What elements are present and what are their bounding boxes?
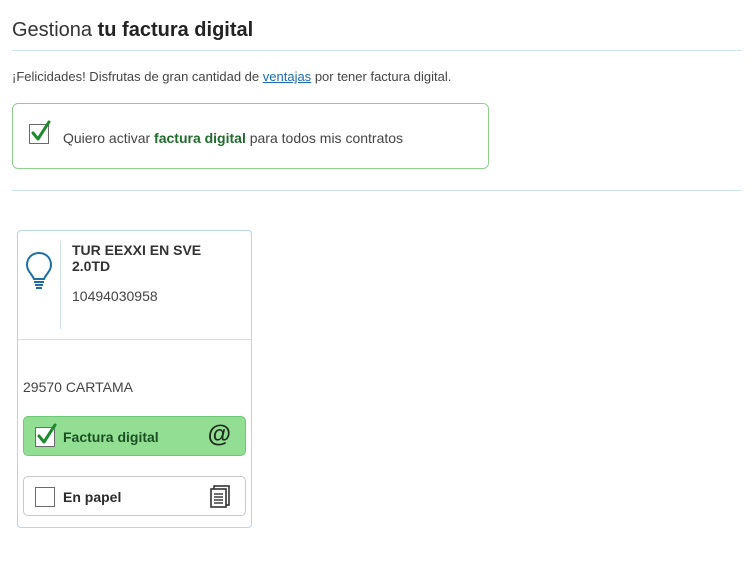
- activate-label-before: Quiero activar: [63, 130, 151, 146]
- intro-text-after: por tener factura digital.: [314, 69, 452, 84]
- paper-document-icon: [210, 485, 230, 508]
- lightbulb-icon: [25, 251, 53, 289]
- contract-address: 29570 CARTAMA: [23, 379, 133, 395]
- contract-number: 10494030958: [72, 288, 158, 304]
- page-title: Gestiona tu factura digital: [12, 19, 253, 42]
- digital-invoice-option[interactable]: Factura digital @: [23, 416, 246, 456]
- checkmark-icon: [31, 120, 51, 141]
- checkmark-icon: [37, 423, 57, 444]
- title-prefix: Gestiona: [12, 19, 93, 41]
- header-divider: [12, 50, 742, 51]
- digital-invoice-checkbox[interactable]: [35, 423, 57, 447]
- contract-name: TUR EEXXI EN SVE 2.0TD: [72, 242, 202, 274]
- activate-label-after: para todos mis contratos: [249, 130, 404, 146]
- paper-invoice-label: En papel: [63, 489, 122, 505]
- activate-digital-checkbox[interactable]: [29, 120, 51, 144]
- digital-invoice-label: Factura digital: [63, 429, 159, 445]
- paper-invoice-option[interactable]: En papel: [23, 476, 246, 516]
- intro-text-before: ¡Felicidades! Disfrutas de gran cantidad…: [12, 69, 260, 84]
- title-strong: tu factura digital: [97, 19, 254, 41]
- contract-card: TUR EEXXI EN SVE 2.0TD 10494030958 29570…: [17, 230, 252, 528]
- activate-digital-label: Quiero activar factura digital para todo…: [63, 130, 403, 146]
- activate-digital-box[interactable]: Quiero activar factura digital para todo…: [12, 103, 489, 169]
- card-vertical-divider: [60, 241, 61, 329]
- ventajas-link[interactable]: ventajas: [263, 69, 311, 84]
- contract-card-header: TUR EEXXI EN SVE 2.0TD 10494030958: [18, 231, 251, 340]
- activate-label-strong: factura digital: [154, 130, 246, 146]
- paper-invoice-checkbox[interactable]: [35, 487, 55, 507]
- section-divider: [12, 190, 742, 191]
- at-sign-icon: @: [207, 421, 231, 448]
- intro-text: ¡Felicidades! Disfrutas de gran cantidad…: [12, 69, 451, 84]
